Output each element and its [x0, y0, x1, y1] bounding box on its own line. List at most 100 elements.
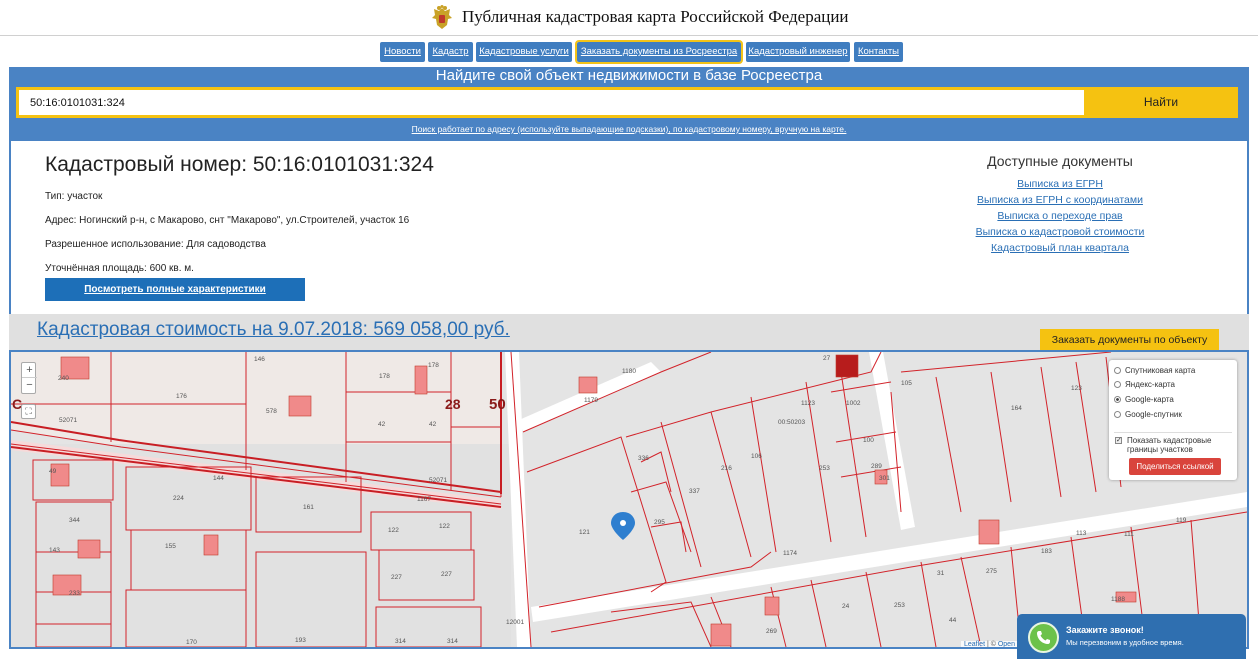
search-heading: Найдите свой объект недвижимости в базе …: [435, 67, 823, 84]
cadastral-map[interactable]: 240 176 146 178 178 578 42 42 52071 5207…: [9, 350, 1249, 649]
svg-text:00:50203: 00:50203: [778, 419, 805, 426]
doc-link-cadastral-value[interactable]: Выписка о кадастровой стоимости: [961, 226, 1159, 238]
svg-text:111: 111: [1124, 531, 1134, 538]
svg-text:164: 164: [1011, 405, 1022, 412]
svg-text:27: 27: [823, 355, 831, 362]
search-box: Найти: [16, 87, 1238, 118]
svg-text:31: 31: [937, 570, 945, 577]
openstreetmap-link[interactable]: Open: [998, 641, 1015, 647]
attribution-separator: | ©: [985, 641, 998, 648]
layer-option-satellite[interactable]: Спутниковая карта: [1114, 365, 1195, 377]
fullscreen-icon[interactable]: ⛶: [21, 404, 36, 419]
svg-text:44: 44: [949, 617, 957, 624]
nav-item-cadastral-engineer[interactable]: Кадастровый инженер: [746, 42, 850, 62]
svg-text:1180: 1180: [622, 368, 636, 375]
svg-text:144: 144: [213, 475, 224, 482]
svg-text:170: 170: [186, 639, 197, 646]
svg-text:216: 216: [721, 465, 732, 472]
zoom-control: + −: [21, 362, 37, 394]
svg-text:1174: 1174: [783, 550, 797, 557]
order-documents-button[interactable]: Заказать документы по объекту: [1040, 329, 1219, 351]
cadastral-cost-bar: Кадастровая стоимость на 9.07.2018: 569 …: [9, 314, 1249, 351]
nav-item-cadastral-services[interactable]: Кадастровые услуги: [476, 42, 572, 62]
layer-divider: [1114, 432, 1232, 433]
object-area: Уточнённая площадь: 600 кв. м.: [45, 263, 194, 274]
svg-text:240: 240: [58, 375, 69, 382]
share-link-button[interactable]: Поделиться ссылкой: [1129, 458, 1221, 475]
svg-text:1167: 1167: [417, 496, 431, 503]
search-input[interactable]: [19, 90, 1084, 115]
phone-icon-circle: [1028, 622, 1059, 653]
coat-of-arms-icon: [432, 5, 452, 29]
svg-text:121: 121: [579, 529, 590, 536]
callback-widget[interactable]: Закажите звонок! Мы перезвоним в удобное…: [1017, 614, 1246, 659]
svg-text:289: 289: [871, 463, 882, 470]
svg-text:269: 269: [766, 628, 777, 635]
radio-icon: [1114, 381, 1121, 388]
search-button[interactable]: Найти: [1106, 87, 1216, 118]
full-details-button[interactable]: Посмотреть полные характеристики: [45, 278, 305, 301]
callback-title: Закажите звонок!: [1066, 625, 1144, 635]
svg-text:314: 314: [447, 638, 458, 645]
layer-label: Яндекс-карта: [1125, 380, 1175, 389]
nav-item-contacts[interactable]: Контакты: [854, 42, 903, 62]
svg-text:193: 193: [295, 637, 306, 644]
search-panel: Найдите свой объект недвижимости в базе …: [9, 67, 1249, 141]
svg-text:119: 119: [1176, 517, 1187, 524]
svg-text:183: 183: [1041, 548, 1052, 555]
leaflet-link[interactable]: Leaflet: [964, 641, 985, 647]
nav-item-order-documents[interactable]: Заказать документы из Росреестра: [575, 40, 743, 64]
search-arrow-icon: [1223, 87, 1235, 117]
layer-option-yandex[interactable]: Яндекс-карта: [1114, 379, 1175, 391]
documents-title: Доступные документы: [987, 153, 1133, 169]
svg-text:52071: 52071: [59, 417, 77, 424]
svg-text:1179: 1179: [584, 397, 598, 404]
svg-text:1123: 1123: [801, 400, 815, 407]
svg-text:253: 253: [894, 602, 905, 609]
svg-text:224: 224: [173, 495, 184, 502]
doc-link-egrn-coordinates[interactable]: Выписка из ЕГРН с координатами: [961, 194, 1159, 206]
object-usage: Разрешенное использование: Для садоводст…: [45, 239, 266, 250]
nav-item-news[interactable]: Новости: [380, 42, 425, 62]
location-marker-icon: [611, 512, 635, 540]
cadastral-number-title: Кадастровый номер: 50:16:0101031:324: [45, 153, 434, 176]
svg-text:123: 123: [1071, 385, 1082, 392]
svg-text:12001: 12001: [506, 619, 524, 626]
svg-text:337: 337: [689, 488, 700, 495]
svg-text:253: 253: [819, 465, 830, 472]
svg-text:122: 122: [439, 523, 450, 530]
map-canvas[interactable]: 240 176 146 178 178 578 42 42 52071 5207…: [11, 352, 1247, 647]
search-hint-link[interactable]: Поиск работает по адресу (используйте вы…: [9, 124, 1249, 134]
svg-text:578: 578: [266, 408, 277, 415]
radio-icon: [1114, 411, 1121, 418]
svg-text:42: 42: [378, 421, 386, 428]
cadastral-cost-link[interactable]: Кадастровая стоимость на 9.07.2018: 569 …: [37, 319, 510, 341]
svg-text:105: 105: [901, 380, 912, 387]
checkbox-checked-icon: ✓: [1115, 437, 1122, 444]
svg-text:28: 28: [445, 396, 461, 412]
svg-text:301: 301: [879, 475, 890, 482]
layer-label: Спутниковая карта: [1125, 366, 1196, 375]
svg-text:233: 233: [69, 590, 80, 597]
svg-text:227: 227: [391, 574, 402, 581]
doc-link-egrn[interactable]: Выписка из ЕГРН: [961, 178, 1159, 190]
svg-text:155: 155: [165, 543, 176, 550]
radio-selected-icon: [1114, 396, 1121, 403]
doc-link-quarter-plan[interactable]: Кадастровый план квартала: [961, 242, 1159, 254]
layer-option-google-satellite[interactable]: Google-спутник: [1114, 409, 1182, 421]
radio-icon: [1114, 367, 1121, 374]
site-title: Публичная кадастровая карта Российской Ф…: [462, 7, 849, 26]
object-type: Тип: участок: [45, 191, 103, 202]
cadastral-boundaries-label: Показать кадастровые границы участков: [1127, 436, 1212, 454]
layer-label: Google-спутник: [1125, 410, 1182, 419]
svg-text:106: 106: [751, 453, 762, 460]
layer-option-google-map[interactable]: Google-карта: [1114, 394, 1174, 406]
doc-link-rights-transfer[interactable]: Выписка о переходе прав: [961, 210, 1159, 222]
layer-label: Google-карта: [1125, 395, 1174, 404]
nav-item-cadastre[interactable]: Кадастр: [428, 42, 473, 62]
zoom-in-button[interactable]: +: [22, 363, 37, 378]
svg-text:24: 24: [842, 603, 850, 610]
svg-text:336: 336: [638, 455, 649, 462]
zoom-out-button[interactable]: −: [22, 378, 37, 393]
callback-subtitle: Мы перезвоним в удобное время.: [1066, 638, 1184, 647]
